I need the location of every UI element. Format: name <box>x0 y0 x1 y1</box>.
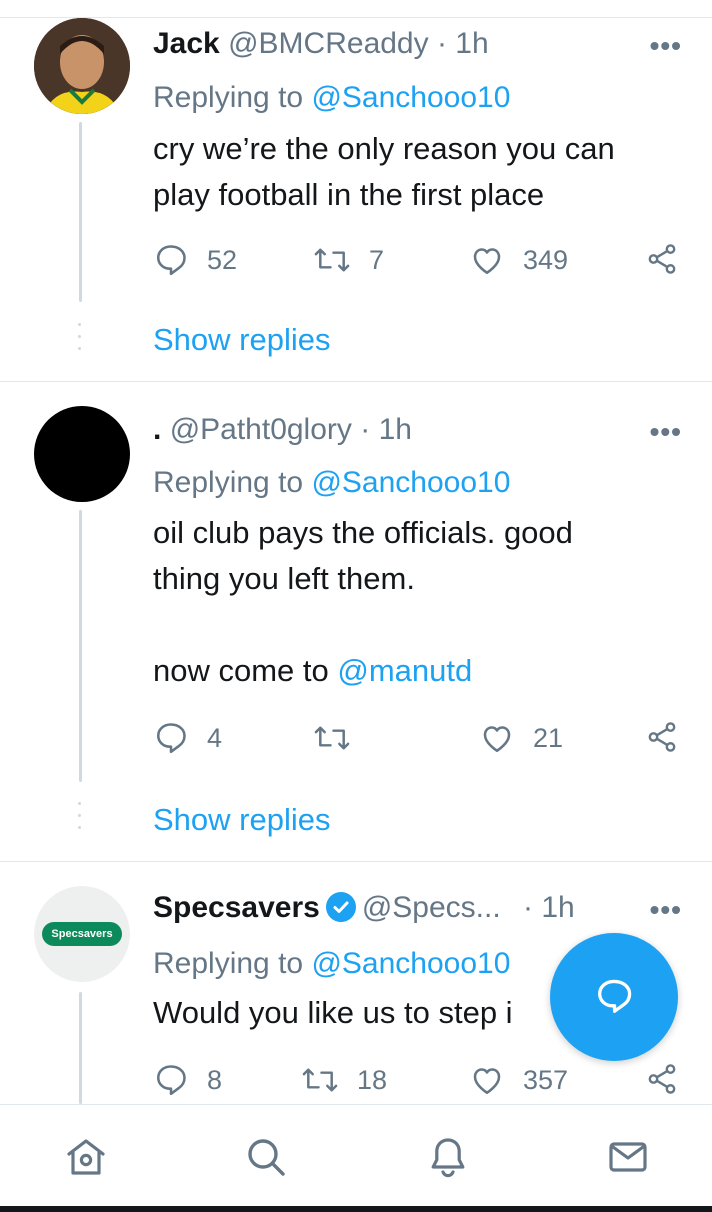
retweet-count: 18 <box>357 1064 388 1095</box>
avatar-image <box>34 18 130 114</box>
body-mention[interactable]: @manutd <box>337 653 472 688</box>
avatar[interactable] <box>34 18 130 114</box>
tweet-body: oil club pays the officials. good thing … <box>153 510 673 694</box>
tweet-divider <box>0 861 712 862</box>
system-bottom-bar <box>0 1206 712 1212</box>
replying-mention[interactable]: @Sanchooo10 <box>311 81 510 114</box>
heart-icon <box>483 726 511 753</box>
heart-icon <box>473 1068 501 1095</box>
tweet-line: oil club pays the officials. good <box>153 515 573 550</box>
tweet-actions: 52 7 349 <box>153 242 693 282</box>
messages-icon[interactable] <box>604 1133 652 1181</box>
author-name[interactable]: . <box>153 413 161 446</box>
thread-line <box>79 510 82 782</box>
like-button[interactable]: 21 <box>479 720 563 756</box>
tweet-time: · 1h <box>436 27 489 60</box>
tweet-header: . @Patht0glory · 1h <box>153 410 412 450</box>
more-dots-icon[interactable]: ••• <box>650 418 682 446</box>
retweet-button[interactable]: 18 <box>301 1062 387 1098</box>
tweet-line: now come to @manutd <box>153 648 673 694</box>
author-handle[interactable]: @BMCReaddy <box>228 27 429 60</box>
thread-dots <box>78 802 82 838</box>
replying-to: Replying to @Sanchooo10 <box>153 78 510 118</box>
thread-line <box>79 122 82 302</box>
tweet-line: play football in the first place <box>153 177 545 212</box>
replying-mention[interactable]: @Sanchooo10 <box>311 947 510 980</box>
share-icon <box>648 244 676 274</box>
logo-text: Specsavers <box>42 922 122 946</box>
share-icon <box>648 1064 676 1094</box>
replying-to: Replying to @Sanchooo10 <box>153 463 510 503</box>
replying-prefix: Replying to <box>153 947 312 980</box>
tweet-header: Jack @BMCReaddy · 1h <box>153 24 489 64</box>
reply-count: 52 <box>207 244 238 275</box>
tweet-line: cry we’re the only reason you can <box>153 131 615 166</box>
avatar[interactable] <box>34 406 130 502</box>
thread-dots <box>78 323 82 359</box>
retweet-button[interactable]: 7 <box>313 242 384 278</box>
share-button[interactable] <box>645 1062 679 1096</box>
tweet-header: Specsavers @Specs... · 1h <box>153 888 575 928</box>
replying-mention[interactable]: @Sanchooo10 <box>311 466 510 499</box>
tweet-divider <box>0 381 712 382</box>
heart-icon <box>473 248 501 275</box>
thread-line <box>79 992 82 1104</box>
reply-button[interactable]: 4 <box>153 720 222 756</box>
notifications-icon[interactable] <box>424 1133 472 1181</box>
reply-icon <box>156 1065 186 1096</box>
replying-prefix: Replying to <box>153 81 312 114</box>
author-name[interactable]: Specsavers <box>153 891 320 924</box>
reply-count: 8 <box>207 1064 223 1095</box>
author-handle[interactable]: @Patht0glory <box>170 413 352 446</box>
search-icon[interactable] <box>242 1133 290 1181</box>
like-button[interactable]: 357 <box>469 1062 568 1098</box>
specsavers-logo: Specsavers <box>34 886 130 982</box>
tweet-actions: 8 18 357 <box>153 1062 693 1102</box>
share-button[interactable] <box>645 242 679 276</box>
verified-badge-icon <box>325 892 356 922</box>
home-icon[interactable] <box>62 1133 110 1181</box>
bottom-navigation <box>0 1104 712 1212</box>
tweet-line: thing you left them. <box>153 561 415 596</box>
like-button[interactable]: 349 <box>469 242 568 278</box>
reply-icon <box>156 723 186 754</box>
replying-to: Replying to @Sanchooo10 <box>153 944 510 984</box>
author-name[interactable]: Jack <box>153 27 220 60</box>
share-button[interactable] <box>645 720 679 754</box>
reply-button[interactable]: 8 <box>153 1062 222 1098</box>
tweet-body: cry we’re the only reason you can play f… <box>153 126 673 218</box>
share-icon <box>648 722 676 752</box>
author-handle[interactable]: @Specs... <box>362 891 501 924</box>
tweet-time: · 1h <box>360 413 412 446</box>
more-dots-icon[interactable]: ••• <box>650 32 682 60</box>
show-replies-link[interactable]: Show replies <box>153 802 330 838</box>
retweet-count: 7 <box>369 244 385 275</box>
reply-button[interactable]: 52 <box>153 242 237 278</box>
body-text: now come to <box>153 653 338 688</box>
reply-bubble-icon <box>598 979 632 1013</box>
more-dots-icon[interactable]: ••• <box>650 896 682 924</box>
like-count: 357 <box>523 1064 569 1095</box>
avatar[interactable]: Specsavers <box>34 886 130 982</box>
tweet-time: · 1h <box>523 891 575 924</box>
replying-prefix: Replying to <box>153 466 312 499</box>
retweet-button[interactable] <box>313 720 369 756</box>
tweet-actions: 4 21 <box>153 720 693 760</box>
retweet-icon <box>302 1068 338 1092</box>
reply-icon <box>156 245 186 276</box>
compose-reply-button[interactable] <box>550 933 678 1061</box>
like-count: 349 <box>523 244 569 275</box>
retweet-icon <box>314 726 350 750</box>
top-divider <box>0 0 712 18</box>
retweet-icon <box>314 248 350 272</box>
show-replies-link[interactable]: Show replies <box>153 322 330 358</box>
reply-count: 4 <box>207 722 223 753</box>
like-count: 21 <box>533 722 564 753</box>
